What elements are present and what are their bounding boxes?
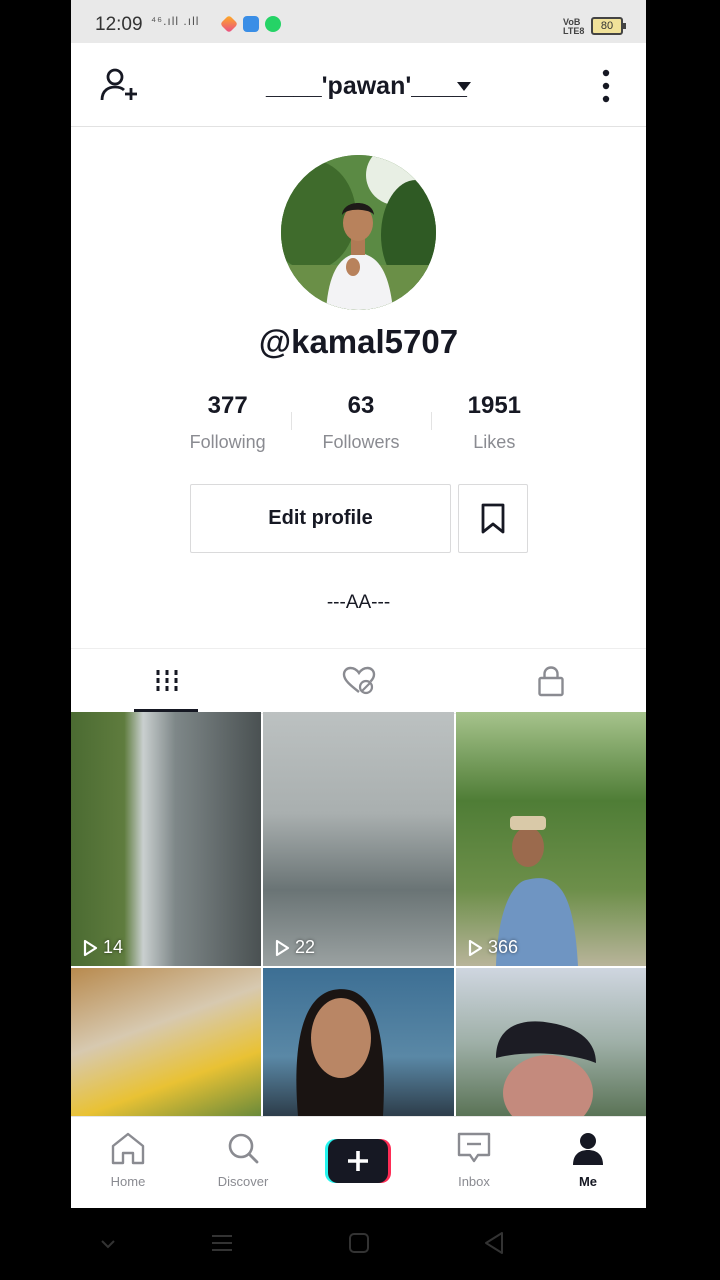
likes-stat[interactable]: 1951 Likes <box>428 390 561 460</box>
nav-home-label: Home <box>110 1174 146 1189</box>
profile-handle: @kamal5707 <box>258 323 459 360</box>
tab-private[interactable] <box>455 649 646 713</box>
likes-label: Likes <box>473 432 516 452</box>
profile-icon <box>573 1133 603 1165</box>
video-thumbnail[interactable]: 14 <box>71 712 261 966</box>
grid-icon <box>156 670 177 692</box>
nav-discover[interactable]: Discover <box>198 1131 288 1189</box>
status-bar: 12:09 ⁴⁶.ıll .ıll VoB LTE8 80 <box>71 0 646 43</box>
app-screen: 12:09 ⁴⁶.ıll .ıll VoB LTE8 80 ____'pawan… <box>71 0 646 1208</box>
followers-stat[interactable]: 63 Followers <box>294 390 427 460</box>
thumbnail-image <box>296 989 384 1116</box>
add-user-icon[interactable] <box>99 66 139 106</box>
play-icon <box>468 939 483 956</box>
chevron-down-icon[interactable] <box>457 82 471 91</box>
following-label: Following <box>189 432 266 452</box>
view-count-value: 366 <box>488 937 519 957</box>
chevron-down-icon[interactable] <box>98 1237 118 1251</box>
avatar[interactable] <box>281 155 436 310</box>
battery-icon: 80 <box>591 17 626 35</box>
followers-count: 63 <box>347 392 375 419</box>
video-thumbnail[interactable] <box>71 968 261 1116</box>
thumbnail-image <box>496 816 578 966</box>
create-video-button[interactable] <box>325 1139 391 1183</box>
bottom-navigation: Home Discover Inbox Me <box>71 1116 646 1208</box>
inbox-icon <box>457 1132 491 1163</box>
lock-icon <box>537 666 564 697</box>
profile-bio: ---AA--- <box>326 592 391 613</box>
stat-divider <box>291 412 292 430</box>
video-thumbnail[interactable] <box>456 968 646 1116</box>
tab-videos[interactable] <box>71 649 262 713</box>
nav-inbox-label: Inbox <box>458 1174 490 1189</box>
profile-header: ____'pawan'____ <box>71 43 646 127</box>
play-icon <box>275 939 290 956</box>
profile-tabs <box>71 648 646 714</box>
nav-inbox[interactable]: Inbox <box>429 1131 519 1189</box>
play-icon <box>83 939 98 956</box>
nav-me[interactable]: Me <box>543 1131 633 1189</box>
status-time: 12:09 <box>95 14 143 35</box>
volte-icon: VoB LTE8 <box>563 17 585 36</box>
following-count: 377 <box>207 392 248 419</box>
following-stat[interactable]: 377 Following <box>161 390 294 460</box>
bookmark-icon <box>481 503 505 533</box>
liked-hidden-icon <box>342 666 375 695</box>
back-icon[interactable] <box>482 1231 506 1255</box>
edit-profile-button[interactable]: Edit profile <box>190 484 451 553</box>
video-grid: 14 22 366 <box>71 712 646 1116</box>
profile-stats: 377 Following 63 Followers 1951 Likes <box>161 390 561 460</box>
notification-icons <box>219 14 281 34</box>
view-count: 14 <box>83 937 123 958</box>
likes-count: 1951 <box>467 392 522 419</box>
more-options-icon[interactable] <box>596 69 616 103</box>
home-icon <box>111 1132 145 1165</box>
view-count: 22 <box>275 937 315 958</box>
app-notification-icon <box>243 16 259 32</box>
view-count-value: 14 <box>103 937 124 957</box>
video-thumbnail[interactable]: 366 <box>456 712 646 966</box>
nav-me-label: Me <box>578 1174 598 1189</box>
search-icon <box>228 1133 259 1164</box>
system-nav-bar <box>0 1208 720 1280</box>
account-switcher[interactable]: ____'pawan'____ <box>266 72 467 101</box>
whatsapp-icon <box>265 16 281 32</box>
menu-icon[interactable] <box>210 1233 234 1253</box>
signal-icon: ⁴⁶.ıll .ıll <box>151 14 200 28</box>
nav-home[interactable]: Home <box>83 1131 173 1189</box>
favorites-button[interactable] <box>458 484 528 553</box>
app-notification-icon <box>219 14 239 34</box>
nav-discover-label: Discover <box>217 1174 269 1189</box>
view-count-value: 22 <box>295 937 316 957</box>
followers-label: Followers <box>322 432 400 452</box>
tab-liked[interactable] <box>263 649 454 713</box>
thumbnail-image <box>496 1021 596 1116</box>
video-thumbnail[interactable]: 22 <box>263 712 454 966</box>
view-count: 366 <box>468 937 518 958</box>
home-square-icon[interactable] <box>348 1232 370 1254</box>
video-thumbnail[interactable] <box>263 968 454 1116</box>
